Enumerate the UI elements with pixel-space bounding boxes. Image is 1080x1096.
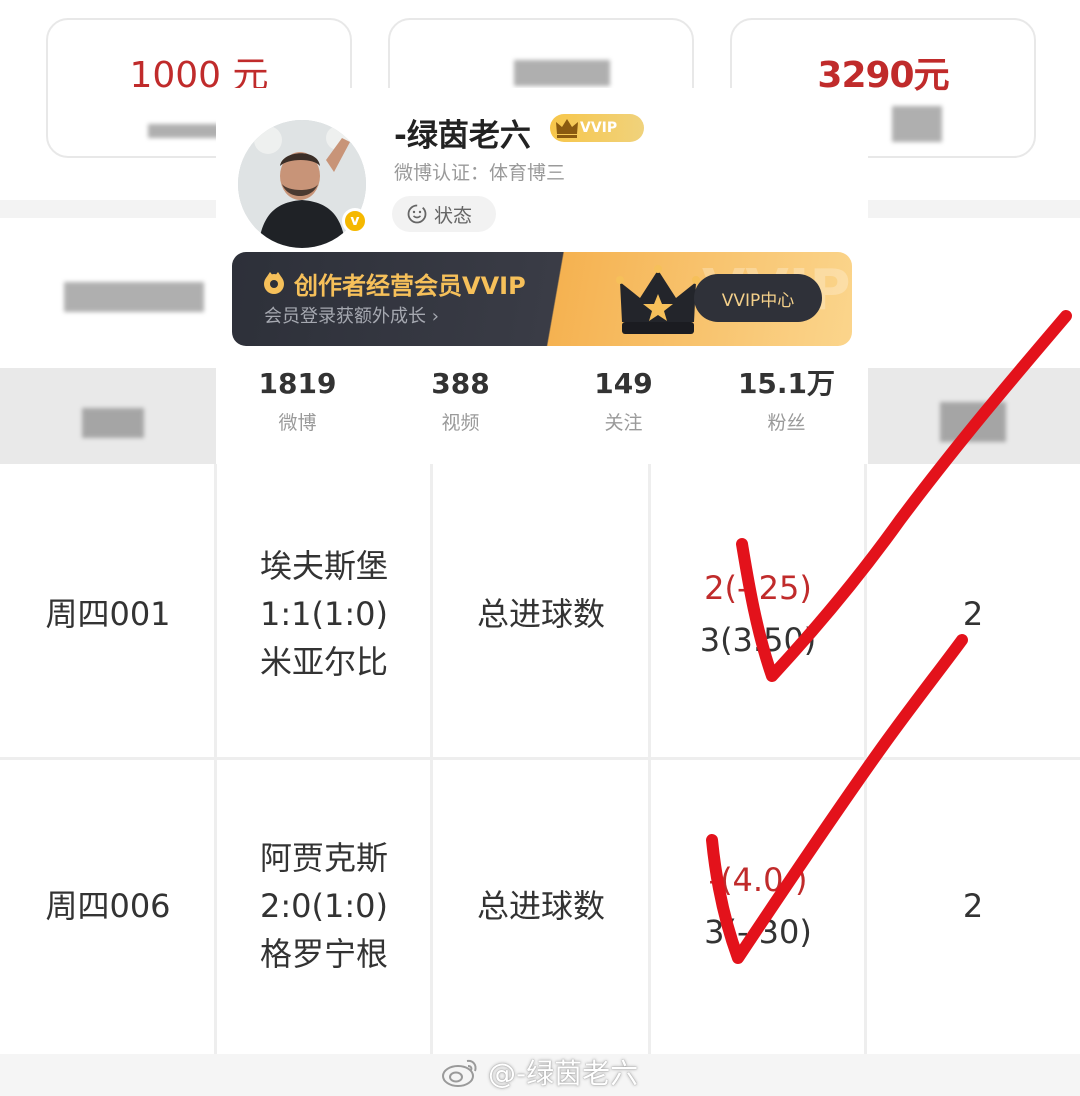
vip-center-button[interactable]: VVIP中心 bbox=[694, 274, 822, 322]
stat-weibo[interactable]: 1819 微博 bbox=[216, 366, 379, 435]
odds-pick-hit: 2(‑.25) bbox=[704, 569, 812, 607]
stat-followers[interactable]: 15.1万 粉丝 bbox=[705, 366, 868, 435]
redacted-section-title bbox=[64, 282, 204, 312]
odds-pick: 3(‑.30) bbox=[704, 913, 812, 951]
weibo-watermark: @-绿茵老六 bbox=[440, 1054, 638, 1090]
home-team: 埃夫斯堡 bbox=[259, 547, 388, 585]
vvip-badge[interactable]: VVIP bbox=[550, 114, 644, 142]
stat-videos[interactable]: 388 视频 bbox=[379, 366, 542, 435]
crown-icon bbox=[616, 265, 700, 334]
stat-label: 微博 bbox=[278, 412, 317, 434]
stat-label: 视频 bbox=[441, 412, 480, 434]
odds-pick: 3(3.50) bbox=[699, 621, 817, 659]
stat-value: 15.1万 bbox=[737, 367, 836, 400]
match-cell: 阿贾克斯 2:0(1:0) 格罗宁根 bbox=[216, 760, 432, 1052]
vip-banner[interactable]: VVIP 创作者经营会员VVIP 会员登录获额外成长 › VVIP中心 bbox=[232, 252, 852, 346]
table-row: 周四001 埃夫斯堡 1:1(1:0) 米亚尔比 总进球数 2(‑.25) 3(… bbox=[0, 468, 1080, 760]
redacted-header-cell bbox=[940, 402, 1006, 442]
stat-value: 149 bbox=[594, 367, 653, 400]
play-type-cell: 总进球数 bbox=[476, 595, 605, 633]
status-label: 状态 bbox=[434, 204, 473, 227]
match-number-cell: 周四001 bbox=[45, 595, 171, 633]
score: 1:1(1:0) bbox=[260, 595, 388, 633]
result-cell: 2 bbox=[962, 595, 984, 633]
redacted-text bbox=[892, 106, 942, 142]
stat-following[interactable]: 149 关注 bbox=[542, 366, 705, 435]
vip-logo-icon bbox=[264, 272, 284, 294]
home-team: 阿贾克斯 bbox=[259, 839, 388, 877]
stat-value: 388 bbox=[431, 367, 490, 400]
odds-cell: 2(‑.25) 3(3.50) bbox=[650, 468, 866, 760]
status-smile-icon bbox=[407, 204, 427, 224]
verification-text: 微博认证：体育博三 bbox=[394, 162, 566, 184]
redacted-header-cell bbox=[82, 408, 144, 438]
odds-cell: ‑(4.0‑) 3(‑.30) bbox=[650, 760, 866, 1052]
play-type-cell: 总进球数 bbox=[476, 887, 605, 925]
weibo-logo-icon bbox=[442, 1059, 477, 1087]
odds-pick-hit: ‑(4.0‑) bbox=[708, 861, 808, 899]
vvip-badge-label: VVIP bbox=[580, 120, 618, 136]
crown-icon bbox=[556, 119, 578, 138]
stat-value: 1819 bbox=[258, 367, 337, 400]
match-number-cell: 周四006 bbox=[45, 887, 171, 925]
profile-card: v -绿茵老六 VVIP 微博认证：体育博三 状态 VVIP 创作者经营会员VV… bbox=[216, 88, 868, 464]
match-cell: 埃夫斯堡 1:1(1:0) 米亚尔比 bbox=[216, 468, 432, 760]
profile-stats: 1819 微博 388 视频 149 关注 15.1万 粉丝 bbox=[216, 366, 868, 446]
result-cell: 2 bbox=[962, 887, 984, 925]
redacted-text bbox=[514, 60, 610, 86]
stat-label: 粉丝 bbox=[767, 412, 806, 434]
away-team: 格罗宁根 bbox=[259, 935, 388, 973]
away-team: 米亚尔比 bbox=[259, 643, 388, 681]
vip-banner-subtitle: 会员登录获额外成长 › bbox=[264, 306, 439, 327]
profile-username[interactable]: -绿茵老六 bbox=[394, 110, 531, 155]
vip-banner-title: 创作者经营会员VVIP bbox=[294, 272, 526, 300]
watermark-text: @-绿茵老六 bbox=[488, 1057, 639, 1090]
stat-label: 关注 bbox=[604, 412, 643, 434]
score: 2:0(1:0) bbox=[260, 887, 388, 925]
verified-icon: v bbox=[342, 208, 368, 234]
status-button[interactable]: 状态 bbox=[392, 196, 496, 232]
table-row: 周四006 阿贾克斯 2:0(1:0) 格罗宁根 总进球数 ‑(4.0‑) 3(… bbox=[0, 760, 1080, 1052]
